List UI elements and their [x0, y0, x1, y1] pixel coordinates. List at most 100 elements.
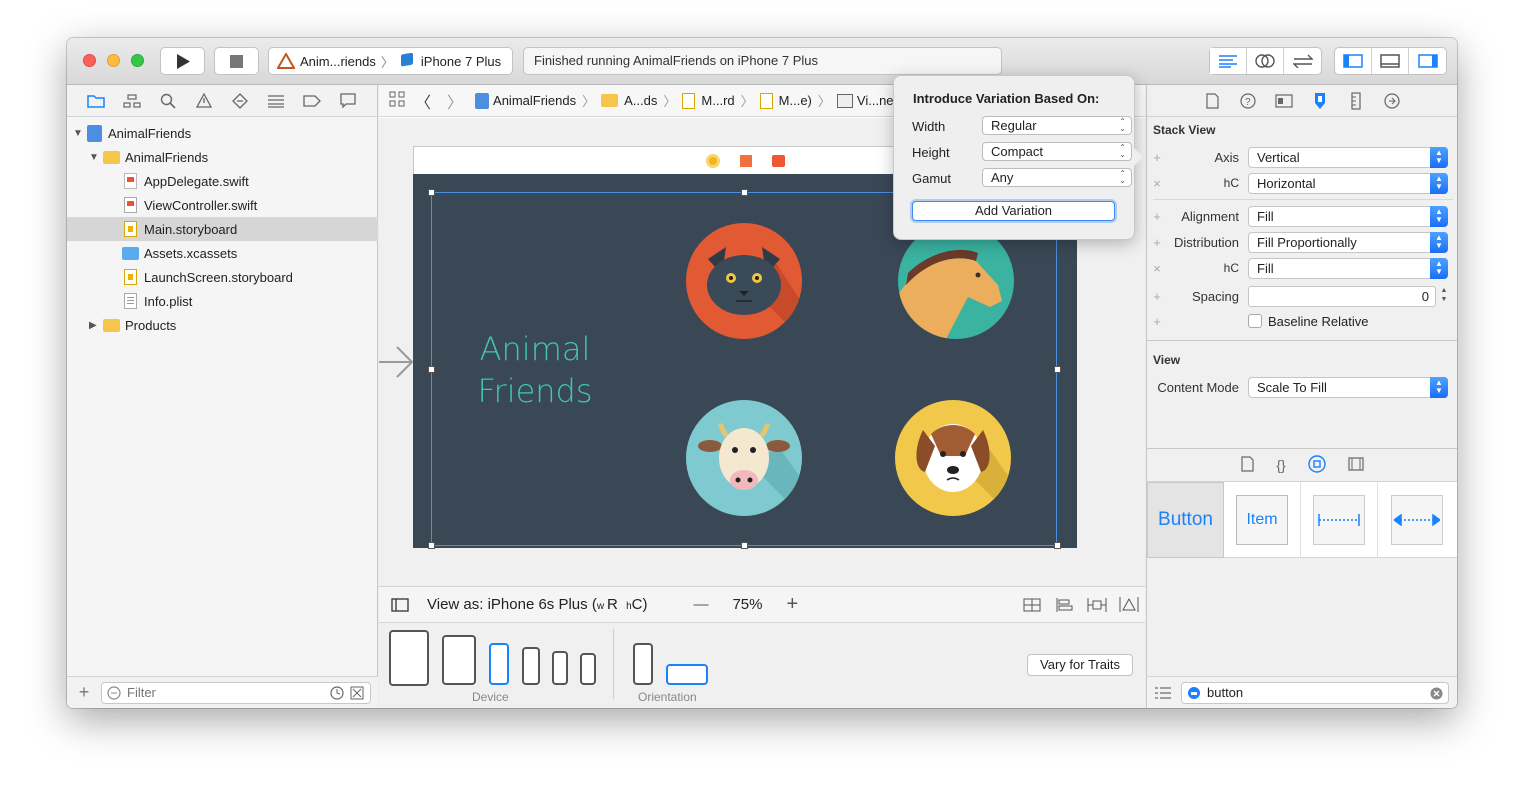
standard-editor-icon[interactable]	[1210, 48, 1247, 74]
iphone-4s-device[interactable]	[580, 653, 596, 685]
folder-icon[interactable]	[85, 92, 107, 110]
gamut-select[interactable]: Any ⌃ ⌄	[982, 168, 1132, 187]
remove-variation-icon[interactable]: ×	[1147, 261, 1167, 276]
landscape-orientation[interactable]	[666, 664, 708, 685]
resize-handle[interactable]	[1054, 366, 1061, 373]
zoom-out-button[interactable]: —	[693, 596, 708, 613]
assistant-editor-icon[interactable]	[1247, 48, 1284, 74]
search-icon[interactable]	[157, 92, 179, 110]
resize-handle[interactable]	[741, 542, 748, 549]
stop-button[interactable]	[214, 47, 259, 75]
dog-image[interactable]	[895, 400, 1011, 516]
back-icon[interactable]: 〈	[415, 89, 431, 113]
zoom-window-button[interactable]	[131, 54, 144, 67]
alignment-hc-popup[interactable]: Fill ▲ ▼	[1248, 257, 1448, 279]
version-editor-icon[interactable]	[1284, 48, 1321, 74]
list-view-icon[interactable]	[1155, 686, 1171, 699]
portrait-orientation[interactable]	[633, 643, 653, 685]
remove-variation-icon[interactable]: ×	[1147, 176, 1167, 191]
breakpoint-icon[interactable]	[301, 92, 323, 110]
height-select[interactable]: Compact ⌃ ⌄	[982, 142, 1132, 161]
related-items-icon[interactable]	[389, 91, 405, 110]
ipad-pro-12-device[interactable]	[389, 630, 429, 686]
add-variation-button[interactable]: Add Variation	[912, 201, 1115, 221]
resize-handle[interactable]	[428, 542, 435, 549]
run-button[interactable]	[160, 47, 205, 75]
scheme-selector[interactable]: Anim...riends 〉 iPhone 7 Plus	[268, 47, 513, 75]
cat-image[interactable]	[686, 223, 802, 339]
minimize-window-button[interactable]	[107, 54, 120, 67]
close-window-button[interactable]	[83, 54, 96, 67]
tree-item-project[interactable]: ▼ AnimalFriends	[73, 121, 191, 145]
first-responder-icon[interactable]	[739, 154, 752, 167]
media-library-icon[interactable]	[1348, 456, 1364, 474]
view-as-button[interactable]: View as: iPhone 6s Plus (w R hC)	[427, 596, 647, 613]
add-variation-icon[interactable]: +	[1147, 235, 1167, 250]
disclosure-open-icon[interactable]: ▼	[73, 128, 87, 139]
resize-handle[interactable]	[428, 366, 435, 373]
tree-item-file[interactable]: Info.plist	[124, 289, 192, 313]
breadcrumb-group[interactable]: A...ds	[601, 93, 657, 108]
resize-handle[interactable]	[428, 189, 435, 196]
forward-icon[interactable]: 〉	[447, 89, 463, 113]
identity-inspector-icon[interactable]	[1275, 92, 1293, 110]
resize-handle[interactable]	[741, 189, 748, 196]
library-item-fixed-space[interactable]	[1301, 482, 1378, 558]
iphone-6s-plus-device[interactable]	[489, 643, 509, 685]
baseline-checkbox[interactable]	[1248, 314, 1262, 328]
horse-image[interactable]	[898, 223, 1014, 339]
file-inspector-icon[interactable]	[1203, 92, 1221, 110]
hierarchy-icon[interactable]	[121, 92, 143, 110]
disclosure-closed-icon[interactable]: ▶	[89, 320, 103, 331]
ipad-pro-9-device[interactable]	[442, 635, 476, 685]
code-snippet-library-icon[interactable]: {}	[1276, 457, 1285, 473]
resize-handle[interactable]	[1054, 542, 1061, 549]
report-icon[interactable]	[337, 92, 359, 110]
tree-item-file[interactable]: AppDelegate.swift	[124, 169, 249, 193]
tree-item-file[interactable]: ViewController.swift	[124, 193, 257, 217]
library-item-bar-button-item[interactable]: Item	[1224, 482, 1301, 558]
add-variation-icon[interactable]: +	[1147, 150, 1167, 165]
iphone-se-device[interactable]	[552, 651, 568, 685]
connections-inspector-icon[interactable]	[1383, 92, 1401, 110]
width-select[interactable]: Regular ⌃ ⌄	[982, 116, 1132, 135]
zoom-level[interactable]: 75%	[732, 596, 762, 613]
content-mode-popup[interactable]: Scale To Fill ▲ ▼	[1248, 376, 1448, 398]
breadcrumb-view[interactable]: Vi...ne	[836, 93, 894, 108]
utilities-toggle-icon[interactable]	[1409, 48, 1446, 74]
breadcrumb-project[interactable]: AnimalFriends	[475, 92, 576, 109]
add-icon[interactable]: +	[67, 682, 101, 703]
tree-item-file[interactable]: LaunchScreen.storyboard	[124, 265, 293, 289]
resolve-issues-icon[interactable]	[1119, 597, 1139, 616]
axis-popup[interactable]: Vertical ▲ ▼	[1248, 146, 1448, 168]
pin-icon[interactable]	[1087, 598, 1107, 616]
tree-item-file[interactable]: Assets.xcassets	[122, 241, 237, 265]
spacing-field[interactable]: 0	[1248, 285, 1436, 307]
clear-search-icon[interactable]	[1430, 687, 1443, 700]
test-icon[interactable]	[229, 92, 251, 110]
library-item-button[interactable]: Button	[1147, 482, 1224, 558]
zoom-in-button[interactable]: +	[786, 593, 798, 616]
add-variation-icon[interactable]: +	[1147, 289, 1167, 304]
view-toggle-control[interactable]	[1334, 47, 1447, 75]
alignment-popup[interactable]: Fill ▲ ▼	[1248, 205, 1448, 227]
embed-in-stack-icon[interactable]	[1023, 598, 1041, 616]
add-variation-icon[interactable]: +	[1147, 314, 1167, 329]
tree-item-file-selected[interactable]: Main.storyboard	[67, 217, 378, 241]
document-outline-toggle-icon[interactable]	[391, 597, 409, 612]
exit-icon[interactable]	[771, 154, 785, 167]
tree-item-group[interactable]: ▼ AnimalFriends	[89, 145, 208, 169]
library-search-field[interactable]: button	[1181, 681, 1449, 704]
quick-help-icon[interactable]: ?	[1239, 92, 1257, 110]
warning-icon[interactable]	[193, 92, 215, 110]
tree-item-group[interactable]: ▶ Products	[89, 313, 176, 337]
align-icon[interactable]	[1055, 598, 1073, 616]
object-library-icon[interactable]	[1307, 454, 1326, 476]
distribution-popup[interactable]: Fill Proportionally ▲ ▼	[1248, 231, 1448, 253]
add-variation-icon[interactable]: +	[1147, 209, 1167, 224]
debug-area-toggle-icon[interactable]	[1372, 48, 1409, 74]
axis-hc-popup[interactable]: Horizontal ▲ ▼	[1248, 172, 1448, 194]
debug-icon[interactable]	[265, 92, 287, 110]
disclosure-open-icon[interactable]: ▼	[89, 152, 103, 163]
app-title-label[interactable]: Animal Friends	[475, 328, 595, 412]
